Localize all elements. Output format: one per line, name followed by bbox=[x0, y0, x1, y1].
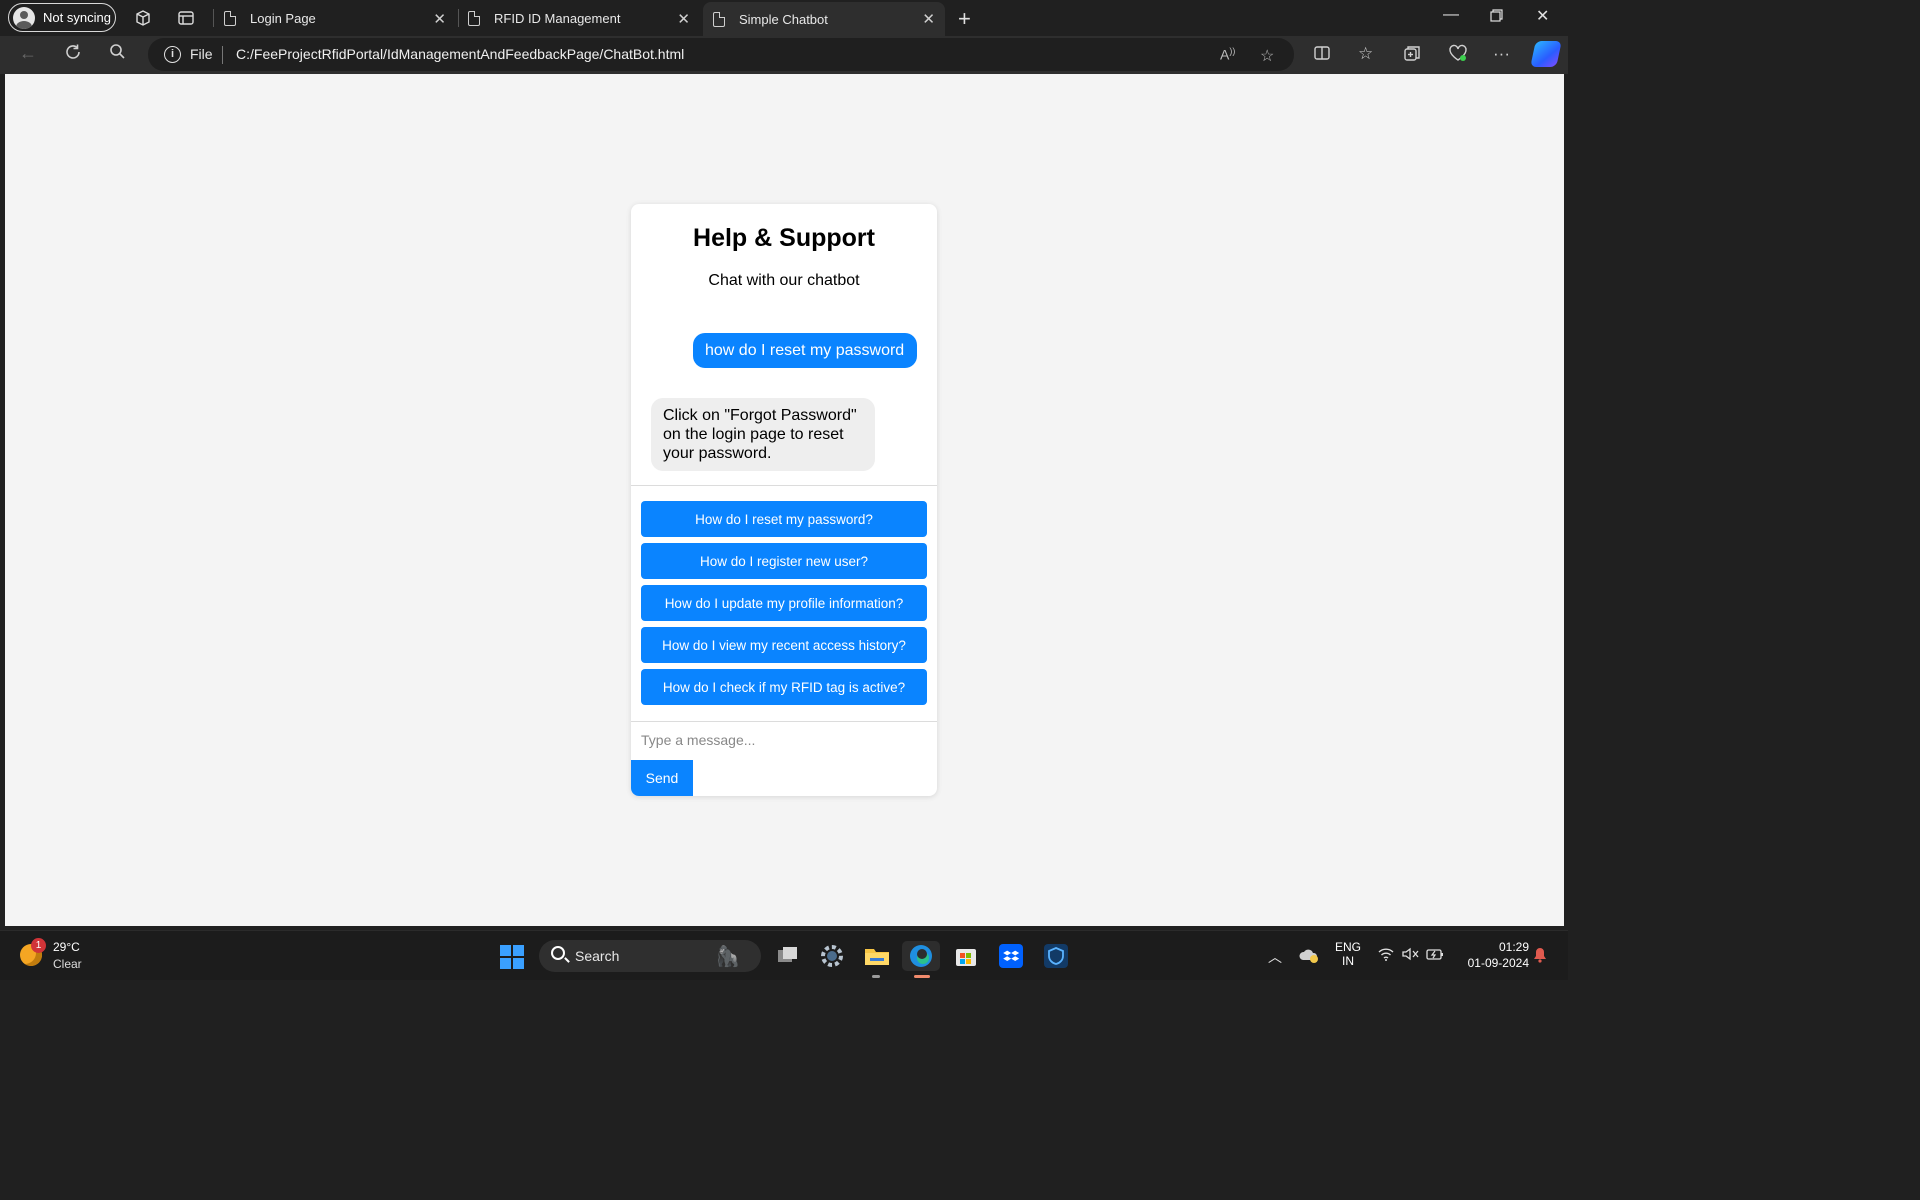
tab-login-page[interactable]: Login Page ✕ bbox=[214, 2, 456, 34]
microsoft-store-icon[interactable] bbox=[951, 941, 981, 971]
collections-icon[interactable] bbox=[1403, 44, 1421, 67]
tab-simple-chatbot[interactable]: Simple Chatbot ✕ bbox=[703, 2, 945, 36]
divider bbox=[631, 485, 937, 486]
quick-question-button[interactable]: How do I reset my password? bbox=[641, 501, 927, 537]
restore-icon[interactable] bbox=[1490, 9, 1503, 27]
start-button[interactable] bbox=[500, 945, 524, 969]
search-icon bbox=[551, 946, 565, 960]
workspaces-icon[interactable] bbox=[133, 8, 153, 28]
region-code: IN bbox=[1342, 954, 1354, 968]
search-label: Search bbox=[575, 948, 620, 964]
minimize-icon[interactable]: — bbox=[1443, 6, 1459, 24]
page-subtitle: Chat with our chatbot bbox=[708, 272, 860, 289]
taskbar: 1 29°C Clear Search 🦍 ︿ ENG IN 01:29 01-… bbox=[0, 930, 1568, 980]
address-bar[interactable]: i File C:/FeeProjectRfidPortal/IdManagem… bbox=[148, 38, 1294, 71]
taskbar-search[interactable]: Search 🦍 bbox=[539, 940, 761, 972]
browser-toolbar: ← i File C:/FeeProjectRfidPortal/IdManag… bbox=[0, 36, 1568, 74]
tab-title: RFID ID Management bbox=[494, 10, 621, 26]
close-tab-icon[interactable]: ✕ bbox=[677, 10, 690, 28]
send-button[interactable]: Send bbox=[631, 760, 693, 796]
bot-message-bubble: Click on "Forgot Password" on the login … bbox=[651, 398, 875, 471]
edge-browser-icon[interactable] bbox=[902, 941, 940, 971]
back-icon[interactable]: ← bbox=[19, 43, 37, 64]
task-view-icon[interactable] bbox=[773, 941, 803, 971]
clock-date: 01-09-2024 bbox=[1467, 956, 1529, 970]
more-options-icon[interactable]: ··· bbox=[1493, 44, 1510, 64]
notification-badge: 1 bbox=[31, 938, 46, 953]
language-code: ENG bbox=[1334, 940, 1361, 954]
refresh-icon[interactable] bbox=[64, 43, 82, 66]
browser-essentials-icon[interactable] bbox=[1448, 44, 1468, 67]
close-window-icon[interactable]: ✕ bbox=[1536, 6, 1549, 26]
url-text[interactable]: C:/FeeProjectRfidPortal/IdManagementAndF… bbox=[236, 46, 684, 62]
profile-sync-label: Not syncing bbox=[43, 10, 111, 25]
site-info-icon[interactable]: i bbox=[164, 46, 181, 63]
onedrive-icon[interactable] bbox=[1298, 947, 1320, 966]
scheme-label: File bbox=[190, 46, 213, 62]
user-message-bubble: how do I reset my password bbox=[693, 333, 917, 368]
tab-title: Simple Chatbot bbox=[739, 11, 828, 27]
profile-button[interactable]: Not syncing bbox=[8, 3, 116, 32]
new-tab-icon[interactable]: + bbox=[958, 6, 971, 32]
settings-gear-icon[interactable] bbox=[817, 941, 847, 971]
chat-container: Help & Support Chat with our chatbot how… bbox=[631, 204, 937, 796]
page-viewport: Help & Support Chat with our chatbot how… bbox=[5, 74, 1564, 926]
wifi-icon[interactable] bbox=[1378, 947, 1394, 964]
quick-question-button[interactable]: How do I update my profile information? bbox=[641, 585, 927, 621]
favorite-star-icon[interactable]: ☆ bbox=[1260, 46, 1274, 66]
favorites-icon[interactable]: ☆ bbox=[1358, 44, 1373, 64]
quick-question-button[interactable]: How do I view my recent access history? bbox=[641, 627, 927, 663]
search-highlight-icon: 🦍 bbox=[715, 946, 740, 968]
page-icon bbox=[224, 10, 236, 26]
show-hidden-icons-chevron-icon[interactable]: ︿ bbox=[1268, 947, 1282, 967]
vertical-tabs-icon[interactable] bbox=[176, 8, 196, 28]
browser-titlebar: Not syncing Login Page ✕ RFID ID Managem… bbox=[0, 0, 1568, 36]
close-tab-icon[interactable]: ✕ bbox=[922, 10, 935, 28]
weather-temperature: 29°C bbox=[53, 940, 80, 954]
language-indicator[interactable]: ENG IN bbox=[1332, 940, 1364, 968]
tab-title: Login Page bbox=[250, 10, 316, 26]
clock[interactable]: 01:29 01-09-2024 bbox=[1455, 940, 1529, 970]
avatar bbox=[13, 6, 35, 29]
page-icon bbox=[713, 11, 725, 27]
split-screen-icon[interactable] bbox=[1313, 44, 1331, 67]
dropbox-icon[interactable] bbox=[996, 941, 1026, 971]
page-icon bbox=[468, 10, 480, 26]
copilot-icon[interactable] bbox=[1530, 41, 1562, 67]
file-explorer-icon[interactable] bbox=[862, 941, 892, 971]
clock-time: 01:29 bbox=[1498, 940, 1529, 954]
speaker-muted-icon[interactable] bbox=[1402, 947, 1420, 964]
tab-rfid-id-management[interactable]: RFID ID Management ✕ bbox=[458, 2, 700, 34]
weather-condition: Clear bbox=[53, 957, 82, 971]
quick-question-button[interactable]: How do I register new user? bbox=[641, 543, 927, 579]
close-tab-icon[interactable]: ✕ bbox=[433, 10, 446, 28]
quick-question-button[interactable]: How do I check if my RFID tag is active? bbox=[641, 669, 927, 705]
search-icon[interactable] bbox=[109, 43, 126, 65]
defender-shield-icon[interactable] bbox=[1041, 941, 1071, 971]
notification-bell-icon[interactable] bbox=[1533, 947, 1547, 966]
page-title: Help & Support bbox=[693, 224, 875, 252]
read-aloud-icon[interactable]: A)) bbox=[1220, 46, 1235, 63]
battery-charging-icon[interactable] bbox=[1426, 947, 1444, 964]
message-input[interactable] bbox=[631, 722, 937, 758]
